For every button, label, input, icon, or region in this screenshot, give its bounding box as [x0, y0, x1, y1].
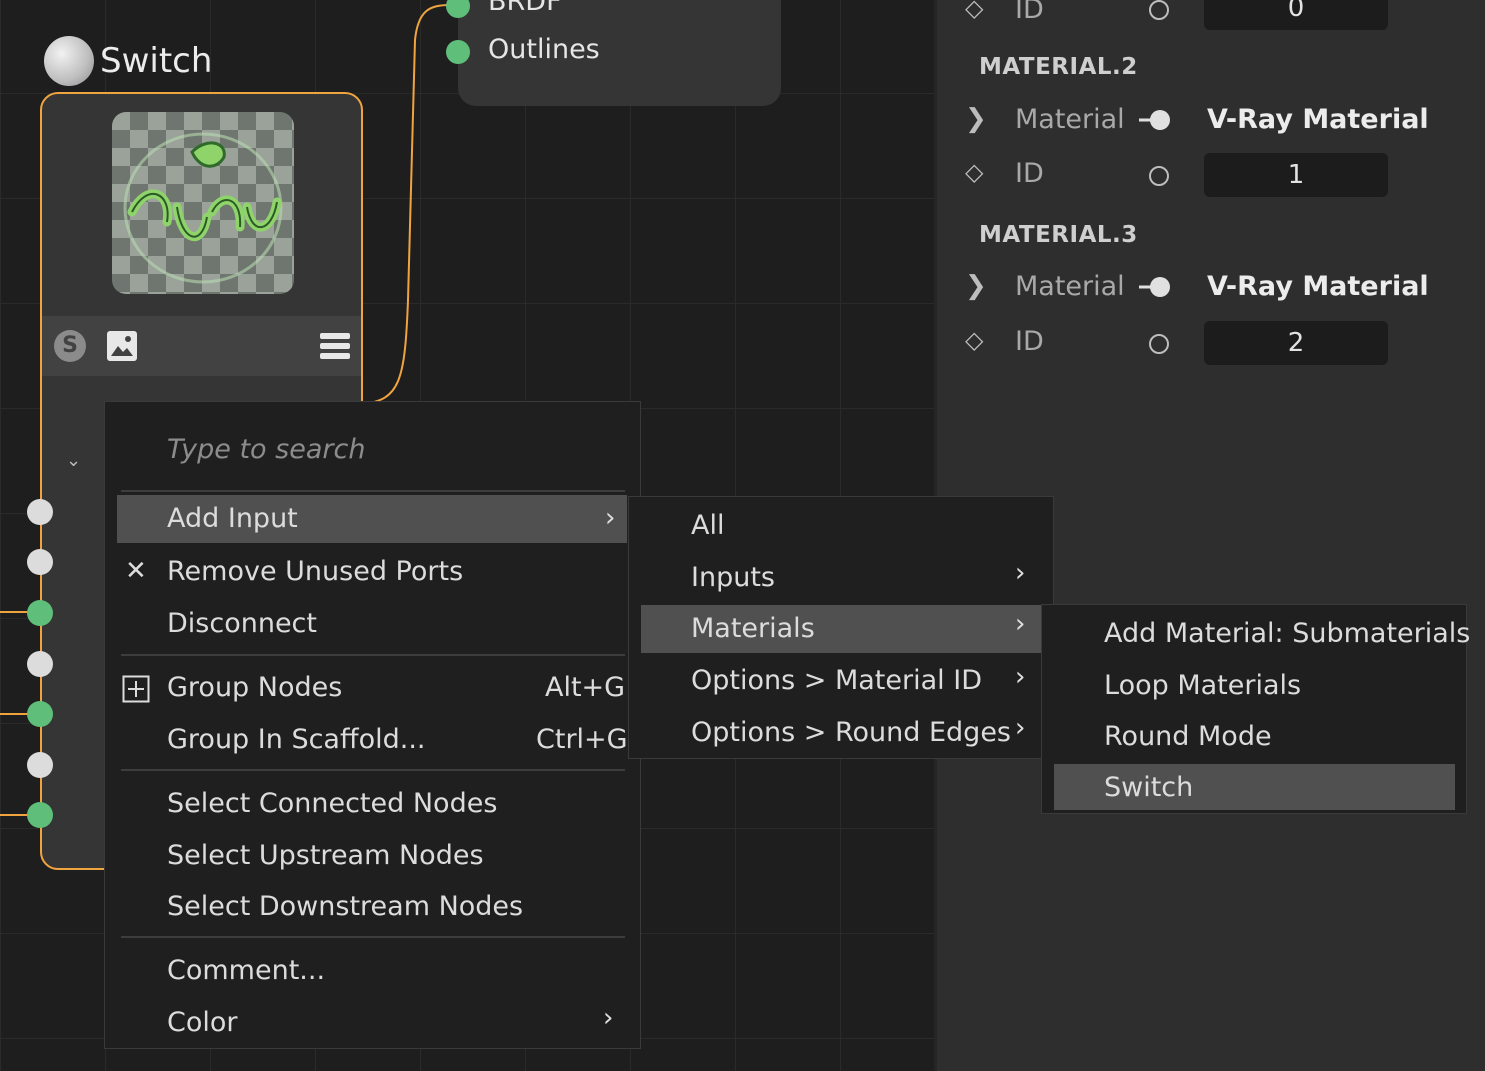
input-port[interactable] [27, 651, 53, 677]
chevron-down-icon[interactable]: ⌄ [66, 450, 81, 471]
preview-graphic [123, 132, 283, 284]
s-badge-icon[interactable]: S [54, 330, 86, 362]
menu-item-label: Add Input [167, 503, 298, 534]
input-port-connected[interactable] [27, 802, 53, 828]
menu-item-group-nodes[interactable]: Group Nodes [167, 672, 342, 703]
submenu-item-label: Switch [1104, 772, 1194, 803]
submenu-item-loop-materials[interactable]: Loop Materials [1104, 670, 1301, 701]
group-plus-icon [122, 675, 150, 703]
node-toolbar: S [42, 316, 361, 376]
material-label: Material [1015, 271, 1125, 302]
submenu-item-round-mode[interactable]: Round Mode [1104, 721, 1272, 752]
menu-item-disconnect[interactable]: Disconnect [167, 608, 317, 639]
outlines-port[interactable] [446, 40, 470, 64]
chevron-right-icon: › [603, 1003, 614, 1033]
menu-item-group-in-scaffold[interactable]: Group In Scaffold... [167, 724, 425, 755]
material-value[interactable]: V-Ray Material [1207, 271, 1429, 302]
wire-to-brdf [362, 4, 451, 405]
input-port[interactable] [27, 499, 53, 525]
close-icon: ✕ [125, 556, 147, 586]
port-ring-icon[interactable] [1149, 334, 1169, 354]
shortcut-label: Alt+G [545, 672, 626, 703]
menu-item-comment[interactable]: Comment... [167, 955, 325, 986]
hamburger-menu-icon[interactable] [319, 330, 351, 362]
chevron-right-icon[interactable]: ❯ [965, 271, 987, 301]
switch-node-header[interactable]: Switch [44, 36, 212, 86]
node-context-menu: Type to search Add Input › ✕ Remove Unus… [104, 401, 641, 1049]
menu-divider [121, 654, 625, 656]
connected-port-icon[interactable] [1139, 276, 1171, 298]
shortcut-label: Ctrl+G [536, 724, 628, 755]
menu-divider [121, 490, 625, 492]
submenu-item-all[interactable]: All [691, 510, 724, 541]
submenu-item-inputs[interactable]: Inputs [691, 562, 775, 593]
keyframe-diamond-icon[interactable]: ◇ [965, 0, 983, 22]
submenu-item-options-material-id[interactable]: Options > Material ID [691, 665, 982, 696]
menu-item-add-input[interactable]: Add Input › [117, 495, 627, 543]
keyframe-diamond-icon[interactable]: ◇ [965, 158, 983, 186]
menu-item-select-downstream[interactable]: Select Downstream Nodes [167, 891, 523, 922]
menu-item-color[interactable]: Color [167, 1007, 238, 1038]
chevron-right-icon[interactable]: ❯ [965, 104, 987, 134]
submenu-item-materials[interactable]: Materials › [641, 605, 1042, 653]
submenu-item-switch[interactable]: Switch [1054, 764, 1455, 810]
menu-divider [121, 769, 625, 771]
connected-port-icon[interactable] [1139, 109, 1171, 131]
chevron-right-icon: › [1015, 558, 1026, 588]
submenu-item-label: Materials [691, 613, 815, 644]
id-field[interactable]: 1 [1204, 153, 1388, 197]
menu-search-input[interactable]: Type to search [167, 434, 365, 465]
id-field[interactable]: 0 [1204, 0, 1388, 30]
node-title: Switch [100, 41, 213, 81]
material-value[interactable]: V-Ray Material [1207, 104, 1429, 135]
chevron-right-icon: › [1015, 609, 1026, 639]
submenu-item-options-round-edges[interactable]: Options > Round Edges [691, 717, 1011, 748]
outlines-port-label: Outlines [488, 34, 600, 65]
upstream-node[interactable]: BRDF Outlines [446, 0, 781, 106]
image-icon[interactable] [106, 330, 138, 362]
id-label: ID [1015, 0, 1044, 25]
chevron-right-icon: › [1015, 713, 1026, 743]
menu-item-select-upstream[interactable]: Select Upstream Nodes [167, 840, 484, 871]
section-title: MATERIAL.2 [979, 54, 1138, 80]
section-title: MATERIAL.3 [979, 222, 1138, 248]
input-port[interactable] [27, 549, 53, 575]
port-ring-icon[interactable] [1149, 166, 1169, 186]
menu-divider [121, 936, 625, 938]
input-port-connected[interactable] [27, 600, 53, 626]
id-label: ID [1015, 158, 1044, 189]
input-port-connected[interactable] [27, 701, 53, 727]
chevron-right-icon: › [1015, 662, 1026, 692]
material-label: Material [1015, 104, 1125, 135]
brdf-port-label: BRDF [488, 0, 562, 17]
id-label: ID [1015, 326, 1044, 357]
input-port[interactable] [27, 752, 53, 778]
chevron-right-icon: › [605, 503, 616, 533]
brdf-port[interactable] [446, 0, 470, 18]
port-ring-icon[interactable] [1149, 0, 1169, 20]
materials-submenu: Add Material: Submaterials Loop Material… [1041, 604, 1470, 814]
id-field[interactable]: 2 [1204, 321, 1388, 365]
material-preview [112, 112, 294, 294]
keyframe-diamond-icon[interactable]: ◇ [965, 326, 983, 354]
add-input-submenu: All Inputs › Materials › Options > Mater… [628, 496, 1054, 759]
material-sphere-icon [44, 36, 94, 86]
submenu-item-add-material-submaterials[interactable]: Add Material: Submaterials [1104, 618, 1470, 649]
menu-item-select-connected[interactable]: Select Connected Nodes [167, 788, 497, 819]
menu-item-remove-unused-ports[interactable]: Remove Unused Ports [167, 556, 463, 587]
